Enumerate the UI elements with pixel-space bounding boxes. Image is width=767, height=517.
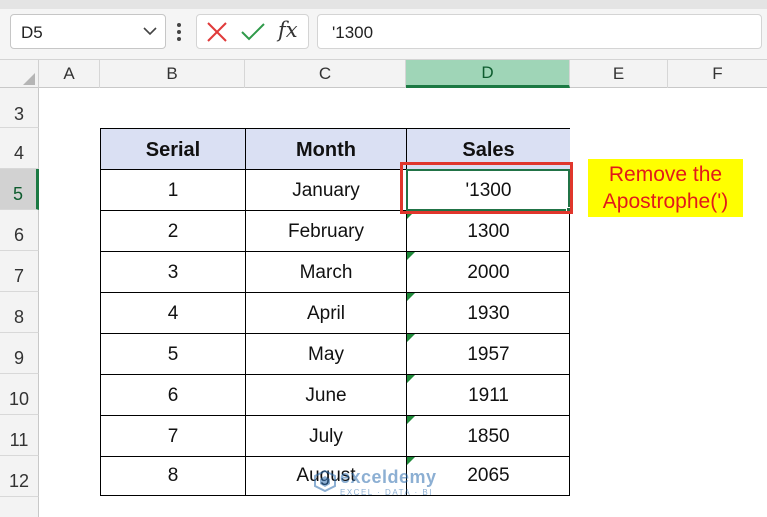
row-header-9[interactable]: 9	[0, 333, 39, 374]
annotation-callout: Remove the Apostrophe(')	[588, 159, 743, 217]
watermark-name: exceldemy	[340, 467, 437, 487]
table-cell-month[interactable]: February	[246, 211, 407, 252]
row-header-3[interactable]: 3	[0, 88, 39, 128]
table-cell-sales-value: 1911	[468, 385, 509, 406]
table-cell-month[interactable]: June	[246, 375, 407, 416]
column-header-d[interactable]: D	[406, 60, 570, 88]
table-cell-sales-value: 1300	[467, 221, 510, 242]
exceldemy-watermark: exceldemy EXCEL · DATA · BI	[310, 464, 460, 502]
select-all-triangle-icon	[23, 73, 35, 85]
number-as-text-indicator-icon[interactable]	[407, 334, 415, 342]
table-cell-sales[interactable]: 1850	[407, 416, 570, 457]
formula-bar: D5 fx '1300	[0, 9, 767, 59]
callout-line-2: Apostrophe(')	[602, 190, 729, 213]
row-header-6[interactable]: 6	[0, 210, 39, 251]
row-header-8[interactable]: 8	[0, 292, 39, 333]
number-as-text-indicator-icon[interactable]	[407, 252, 415, 260]
row-header-11[interactable]: 11	[0, 415, 39, 456]
table-cell-month[interactable]: April	[246, 293, 407, 334]
table-cell-sales-value: 1957	[467, 344, 510, 365]
column-header-a[interactable]: A	[39, 60, 100, 88]
table-cell-serial[interactable]: 2	[101, 211, 246, 252]
name-box-value: D5	[21, 23, 43, 42]
enter-checkmark-icon[interactable]	[239, 19, 267, 45]
table-cell-serial[interactable]: 5	[101, 334, 246, 375]
table-cell-month[interactable]: March	[246, 252, 407, 293]
formula-input[interactable]: '1300	[317, 14, 762, 49]
highlight-box	[400, 162, 573, 214]
column-headers: A B C D E F	[0, 59, 767, 88]
row-header-5[interactable]: 5	[0, 169, 39, 210]
window-top-strip	[0, 0, 767, 9]
row-header-4[interactable]: 4	[0, 128, 39, 169]
insert-function-icon[interactable]: fx	[278, 18, 298, 42]
number-as-text-indicator-icon[interactable]	[407, 293, 415, 301]
column-header-b[interactable]: B	[100, 60, 245, 88]
table-cell-sales[interactable]: 1930	[407, 293, 570, 334]
column-header-f[interactable]: F	[668, 60, 767, 88]
formula-input-value: '1300	[332, 23, 374, 42]
table-cell-month[interactable]: January	[246, 170, 407, 211]
table-header-month[interactable]: Month	[246, 129, 407, 170]
table-cell-serial[interactable]: 3	[101, 252, 246, 293]
table-cell-sales[interactable]: 2000	[407, 252, 570, 293]
callout-line-1: Remove the	[608, 163, 723, 186]
table-cell-sales-value: 1930	[467, 303, 510, 324]
number-as-text-indicator-icon[interactable]	[407, 375, 415, 383]
table-cell-sales-value: 2000	[467, 262, 510, 283]
column-header-c[interactable]: C	[245, 60, 406, 88]
formula-buttons: fx	[196, 14, 309, 49]
number-as-text-indicator-icon[interactable]	[407, 416, 415, 424]
cancel-icon[interactable]	[203, 19, 231, 45]
table-cell-serial[interactable]: 7	[101, 416, 246, 457]
table-cell-serial[interactable]: 8	[101, 457, 246, 495]
column-header-e[interactable]: E	[570, 60, 668, 88]
table-cell-sales[interactable]: 1911	[407, 375, 570, 416]
row-header-13[interactable]	[0, 497, 39, 517]
select-all-button[interactable]	[0, 60, 39, 88]
table-cell-sales-value: 1850	[467, 426, 510, 447]
table-cell-sales[interactable]: 1957	[407, 334, 570, 375]
watermark-tagline: EXCEL · DATA · BI	[340, 488, 433, 497]
table-cell-month[interactable]: May	[246, 334, 407, 375]
row-header-12[interactable]: 12	[0, 456, 39, 497]
table-cell-sales[interactable]: 1300	[407, 211, 570, 252]
table-cell-sales-value: 2065	[467, 465, 510, 486]
row-header-7[interactable]: 7	[0, 251, 39, 292]
table-cell-serial[interactable]: 4	[101, 293, 246, 334]
exceldemy-logo-icon	[314, 470, 336, 492]
table-header-serial[interactable]: Serial	[101, 129, 246, 170]
table-cell-month[interactable]: July	[246, 416, 407, 457]
name-box[interactable]: D5	[10, 14, 166, 49]
more-options-icon[interactable]	[176, 23, 182, 41]
table-cell-serial[interactable]: 1	[101, 170, 246, 211]
chevron-down-icon[interactable]	[143, 26, 157, 36]
table-cell-serial[interactable]: 6	[101, 375, 246, 416]
row-header-10[interactable]: 10	[0, 374, 39, 415]
